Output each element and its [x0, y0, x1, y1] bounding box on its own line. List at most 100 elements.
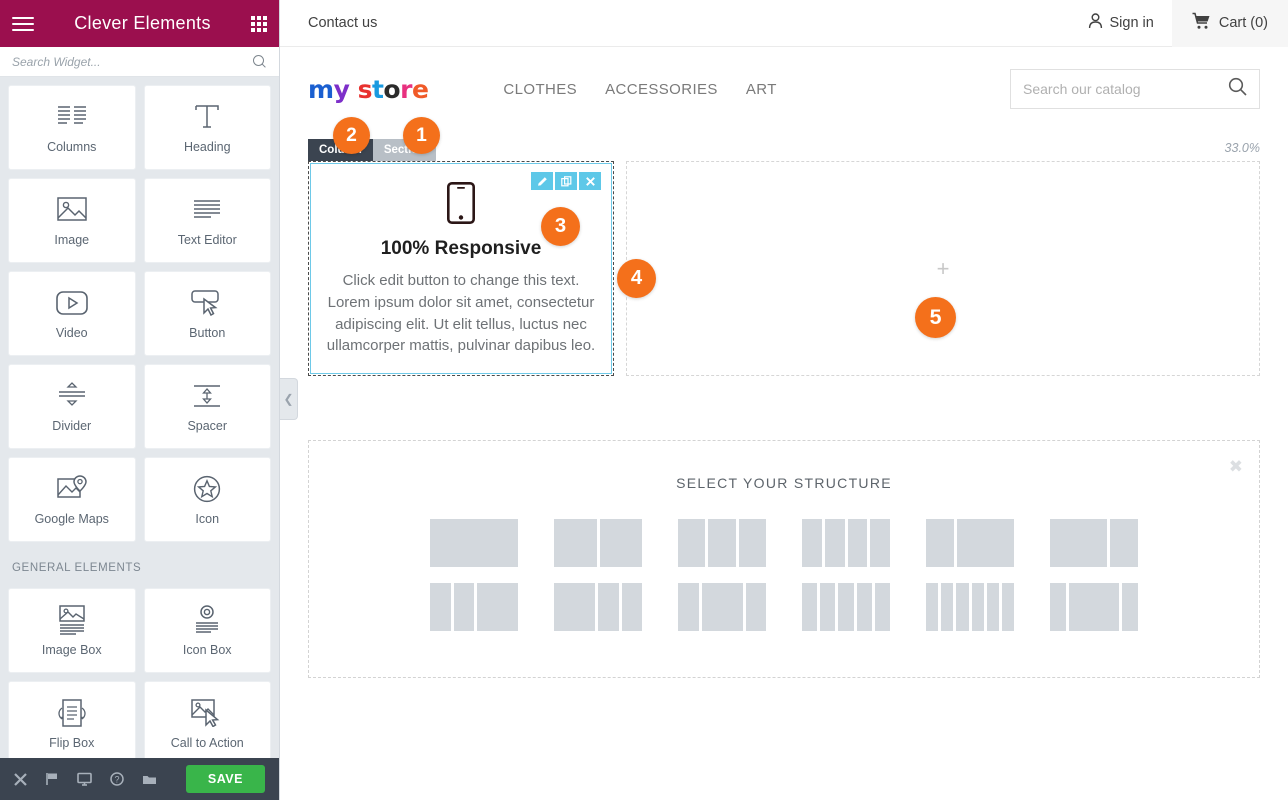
panel-collapse-handle[interactable]: ❮ [280, 378, 298, 420]
structure-column [1121, 583, 1139, 631]
structure-option-2-4[interactable] [802, 583, 891, 631]
structure-column [870, 519, 890, 567]
structure-column [986, 583, 999, 631]
nav-item-clothes[interactable]: CLOTHES [503, 81, 577, 98]
structure-column [598, 583, 619, 631]
structure-column [477, 583, 518, 631]
structure-option-1-5[interactable] [926, 519, 1014, 567]
columns-icon [57, 102, 87, 132]
widget-card-columns[interactable]: Columns [8, 85, 136, 170]
contact-us-link[interactable]: Contact us [308, 15, 377, 31]
structure-option-1-6[interactable] [1050, 519, 1138, 567]
structure-column [430, 519, 518, 567]
structure-option-1-4[interactable] [802, 519, 890, 567]
nav-item-accessories[interactable]: ACCESSORIES [605, 81, 718, 98]
column-width-percent: 33.0% [1224, 141, 1260, 155]
folder-icon[interactable] [142, 773, 157, 786]
structure-column [802, 519, 822, 567]
column-right-empty[interactable]: + [626, 161, 1260, 376]
structure-option-1-1[interactable] [430, 519, 518, 567]
widget-card-text-editor[interactable]: Text Editor [143, 178, 271, 263]
store-logo[interactable]: my store [308, 74, 429, 104]
widget-section-heading: GENERAL ELEMENTS [12, 562, 142, 574]
widget-card-heading[interactable]: Heading [143, 85, 271, 170]
flip-box-icon [57, 698, 87, 728]
structure-column [802, 583, 818, 631]
structure-column [430, 583, 451, 631]
search-icon[interactable] [253, 54, 267, 69]
widget-card-icon[interactable]: Icon [143, 457, 271, 542]
structure-column [847, 519, 868, 567]
duplicate-icon[interactable] [555, 172, 577, 190]
widget-card-label: Text Editor [177, 232, 237, 247]
close-icon[interactable] [14, 772, 27, 786]
widget-card-icon-box[interactable]: Icon Box [143, 588, 271, 673]
catalog-search-input[interactable] [1023, 81, 1228, 97]
structure-column [820, 583, 836, 631]
structure-options [331, 519, 1237, 631]
logo-letter [349, 75, 357, 104]
cart-icon [1192, 12, 1211, 34]
widget-action-toolbar [531, 172, 601, 190]
close-icon[interactable]: ✖ [1229, 457, 1243, 477]
annotation-badge-3: 3 [541, 207, 580, 246]
text-editor-icon [193, 195, 221, 225]
widget-card-divider[interactable]: Divider [8, 364, 136, 449]
catalog-search-box[interactable] [1010, 69, 1260, 109]
nav-item-art[interactable]: ART [746, 81, 777, 98]
structure-column [708, 519, 736, 567]
logo-letter: y [333, 74, 350, 104]
editor-canvas: Column Section 33.0% [280, 139, 1288, 678]
widget-card-flip-box[interactable]: Flip Box [8, 681, 136, 758]
cart-button[interactable]: Cart (0) [1171, 0, 1288, 47]
element-tabs: Column Section 33.0% [308, 139, 1260, 161]
structure-option-1-2[interactable] [554, 519, 642, 567]
search-input[interactable] [12, 54, 253, 69]
structure-column [1050, 519, 1107, 567]
widget-card-image-box[interactable]: Image Box [8, 588, 136, 673]
delete-icon[interactable] [579, 172, 601, 190]
logo-letter: s [357, 74, 373, 104]
save-button[interactable]: SAVE [185, 765, 265, 793]
cart-label: Cart (0) [1218, 15, 1268, 31]
widget-card-button[interactable]: Button [143, 271, 271, 356]
structure-option-2-6[interactable] [1050, 583, 1139, 631]
plus-icon[interactable]: + [937, 256, 950, 282]
divider-icon [57, 381, 87, 411]
widget-card-google-maps[interactable]: Google Maps [8, 457, 136, 542]
structure-column [926, 519, 955, 567]
structure-panel-title: SELECT YOUR STRUCTURE [676, 475, 892, 491]
section-one: Column Section 33.0% [308, 139, 1260, 376]
structure-column [956, 583, 969, 631]
widget-card-call-to-action[interactable]: Call to Action [143, 681, 271, 758]
widget-card-spacer[interactable]: Spacer [143, 364, 271, 449]
edit-icon[interactable] [531, 172, 553, 190]
logo-letter: o [383, 74, 401, 104]
structure-option-1-3[interactable] [678, 519, 766, 567]
hamburger-icon[interactable] [12, 16, 34, 31]
flag-icon[interactable] [45, 772, 59, 786]
sign-in-link[interactable]: Sign in [1070, 13, 1172, 33]
annotation-badge-5: 5 [915, 297, 956, 338]
structure-column [554, 583, 595, 631]
widget-list[interactable]: Columns Heading Image Text Editor Video But… [0, 77, 279, 758]
structure-option-2-3[interactable] [678, 583, 766, 631]
image-icon [57, 195, 87, 225]
column-left[interactable]: 100% Responsive Click edit button to cha… [308, 161, 614, 376]
widget-icon-box[interactable]: 100% Responsive Click edit button to cha… [310, 163, 612, 374]
structure-column [1050, 583, 1067, 631]
logo-letter: e [411, 74, 429, 104]
help-circle-icon[interactable]: ? [110, 772, 124, 786]
icon-box-icon [193, 604, 221, 635]
structure-option-2-1[interactable] [430, 583, 518, 631]
structure-column [957, 519, 1014, 567]
widget-card-video[interactable]: Video [8, 271, 136, 356]
widget-card-label: Call to Action [170, 735, 244, 750]
logo-letter: m [308, 74, 334, 104]
search-icon[interactable] [1228, 77, 1247, 101]
widget-card-image[interactable]: Image [8, 178, 136, 263]
grid-apps-icon[interactable] [251, 15, 267, 32]
structure-option-2-5[interactable] [926, 583, 1015, 631]
structure-option-2-2[interactable] [554, 583, 642, 631]
desktop-icon[interactable] [77, 772, 92, 786]
